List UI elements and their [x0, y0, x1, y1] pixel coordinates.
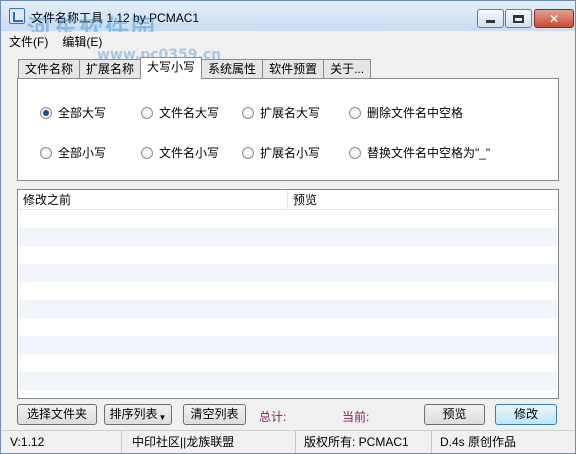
clear-list-button[interactable]: 清空列表 — [183, 404, 246, 425]
option-label: 全部小写 — [58, 146, 107, 160]
radio-button[interactable] — [349, 106, 361, 119]
maximize-icon — [513, 14, 524, 23]
sort-list-button[interactable]: 排序列表▼ — [104, 404, 172, 425]
modify-button[interactable]: 修改 — [495, 404, 557, 425]
radio-button[interactable] — [40, 146, 52, 159]
tab-attributes[interactable]: 系统属性 — [201, 59, 264, 79]
option-all-lower[interactable]: 全部小写 — [40, 144, 106, 161]
close-button[interactable]: ✕ — [534, 9, 574, 28]
app-window: 文件名称工具 1.12 by PCMAC1 河东软件园 ✕ 文件(F) 编辑(E… — [0, 0, 576, 454]
tab-case[interactable]: 大写小写 — [140, 57, 203, 79]
list-row — [18, 210, 558, 228]
tab-presets[interactable]: 软件预置 — [262, 59, 325, 79]
minimize-icon — [486, 20, 495, 23]
option-label: 扩展名大写 — [260, 106, 321, 120]
select-folder-button[interactable]: 选择文件夹 — [17, 404, 97, 425]
list-row — [18, 318, 558, 336]
option-replace-spaces[interactable]: 替换文件名中空格为"_" — [349, 144, 490, 161]
minimize-button[interactable] — [477, 9, 504, 28]
radio-button[interactable] — [349, 146, 361, 159]
list-row — [18, 246, 558, 264]
radio-button[interactable] — [141, 106, 153, 119]
close-icon: ✕ — [548, 11, 560, 26]
radio-button[interactable] — [242, 106, 254, 119]
column-header-before[interactable]: 修改之前 — [18, 190, 288, 210]
radio-button[interactable] — [242, 146, 254, 159]
tab-about[interactable]: 关于... — [323, 59, 372, 79]
menu-bar: 文件(F) 编辑(E) — [2, 32, 574, 52]
option-filename-upper[interactable]: 文件名大写 — [141, 104, 219, 121]
option-extension-upper[interactable]: 扩展名大写 — [242, 104, 320, 121]
option-label: 删除文件名中空格 — [367, 106, 464, 120]
status-copyright: 版权所有: PCMAC1 — [298, 431, 432, 453]
app-icon — [9, 8, 25, 24]
menu-file[interactable]: 文件(F) — [2, 33, 55, 51]
status-bar: V:1.12 中印社区||龙族联盟 版权所有: PCMAC1 D.4s 原创作品 — [2, 430, 574, 453]
status-community: 中印社区||龙族联盟 — [126, 431, 296, 453]
list-header: 修改之前 预览 — [18, 190, 558, 210]
tab-extension[interactable]: 扩展名称 — [79, 59, 142, 79]
option-label: 文件名小写 — [159, 146, 220, 160]
list-row — [18, 300, 558, 318]
list-row — [18, 228, 558, 246]
option-extension-lower[interactable]: 扩展名小写 — [242, 144, 320, 161]
status-version: V:1.12 — [4, 431, 122, 453]
dropdown-arrow-icon: ▼ — [158, 413, 167, 422]
list-row — [18, 264, 558, 282]
tab-filename[interactable]: 文件名称 — [18, 59, 81, 79]
list-row — [18, 282, 558, 300]
option-label: 扩展名小写 — [260, 146, 321, 160]
window-title: 文件名称工具 1.12 by PCMAC1 — [31, 11, 200, 25]
option-filename-lower[interactable]: 文件名小写 — [141, 144, 219, 161]
maximize-button[interactable] — [505, 9, 532, 28]
option-label: 替换文件名中空格为"_" — [367, 146, 491, 160]
column-header-preview[interactable]: 预览 — [288, 190, 558, 210]
list-row — [18, 372, 558, 390]
status-original: D.4s 原创作品 — [440, 435, 517, 449]
case-options-panel: 全部大写 文件名大写 扩展名大写 删除文件名中空格 全部小写 文件名小写 扩展名… — [17, 78, 559, 181]
preview-button[interactable]: 预览 — [424, 404, 485, 425]
radio-button[interactable] — [141, 146, 153, 159]
tab-strip: 文件名称 扩展名称 大写小写 系统属性 软件预置 关于... — [18, 57, 372, 79]
list-body — [18, 210, 558, 390]
option-label: 文件名大写 — [159, 106, 220, 120]
menu-edit[interactable]: 编辑(E) — [55, 33, 109, 51]
current-label: 当前: — [342, 410, 370, 424]
list-row — [18, 336, 558, 354]
option-label: 全部大写 — [58, 106, 107, 120]
title-bar: 文件名称工具 1.12 by PCMAC1 河东软件园 ✕ — [1, 1, 575, 43]
sort-list-label: 排序列表 — [109, 407, 158, 421]
option-remove-spaces[interactable]: 删除文件名中空格 — [349, 104, 463, 121]
total-label: 总计: — [259, 410, 287, 424]
option-all-upper[interactable]: 全部大写 — [40, 104, 106, 121]
radio-button[interactable] — [40, 106, 52, 119]
file-list[interactable]: 修改之前 预览 — [17, 189, 559, 399]
list-row — [18, 354, 558, 372]
